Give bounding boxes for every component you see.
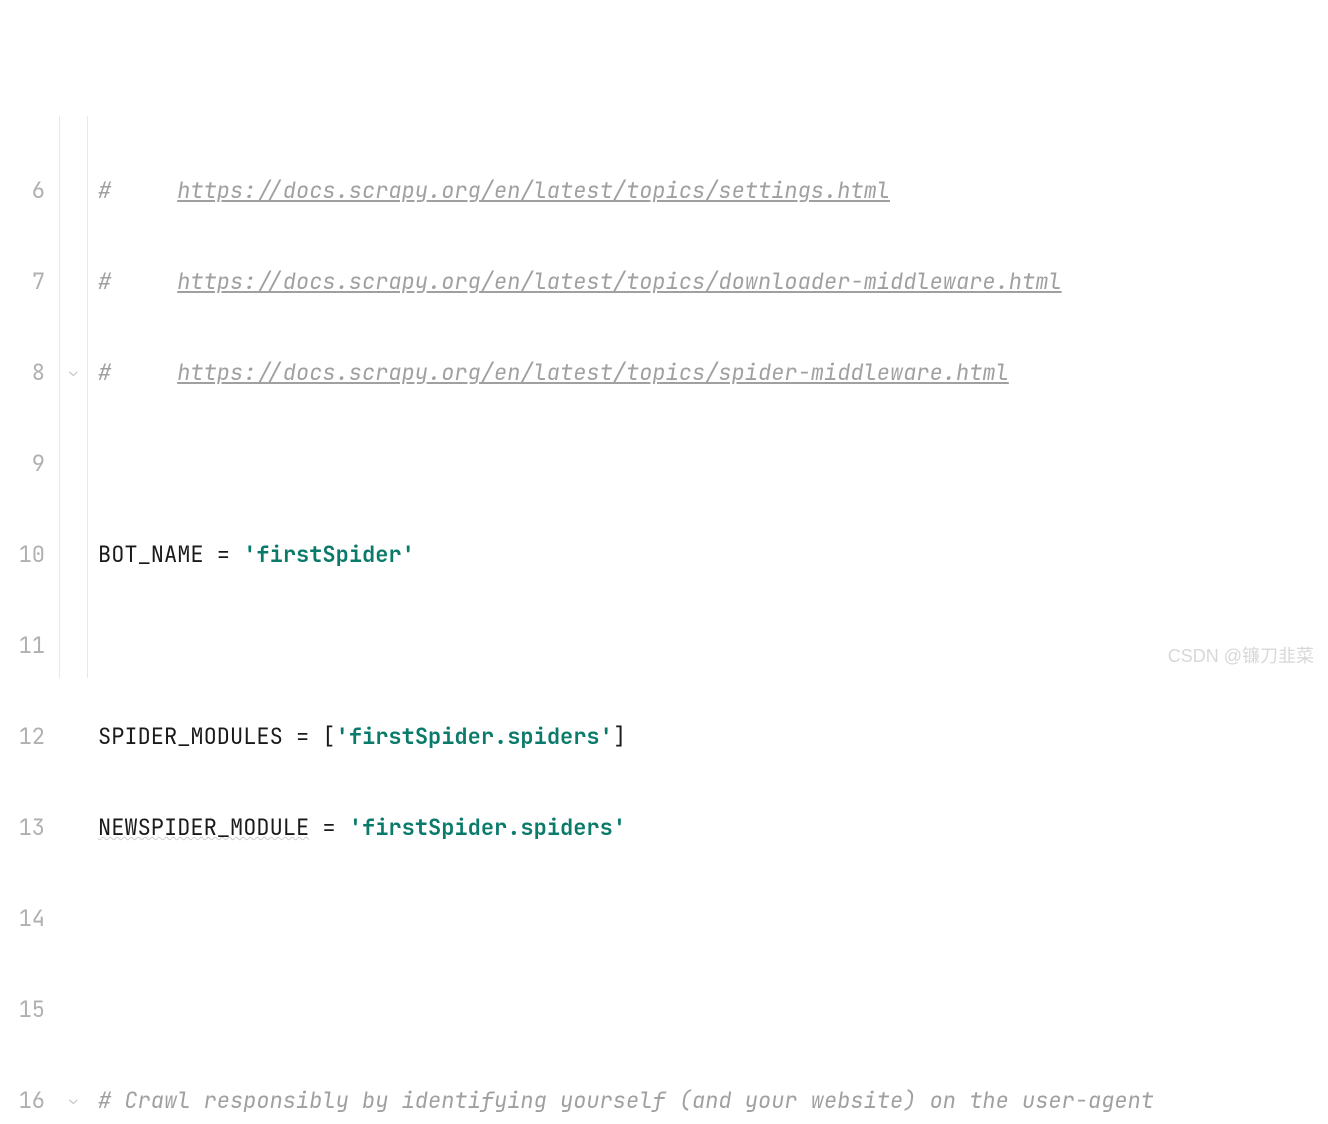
- line-number: 15: [0, 993, 45, 1026]
- comment-url-link[interactable]: https://docs.scrapy.org/en/latest/topics…: [177, 176, 890, 205]
- assign-op: =: [204, 540, 244, 569]
- watermark: CSDN @镰刀韭菜: [1168, 642, 1314, 668]
- fold-cell: [60, 265, 87, 298]
- code-line-empty[interactable]: [88, 993, 1328, 1026]
- code-line-empty[interactable]: [88, 629, 1328, 662]
- fold-toggle-icon[interactable]: ⌄: [60, 1084, 87, 1117]
- assign-op: =: [283, 722, 323, 751]
- code-line[interactable]: # Crawl responsibly by identifying yours…: [88, 1084, 1328, 1117]
- right-bracket: ]: [613, 722, 626, 751]
- fold-cell: [60, 902, 87, 935]
- assign-op: =: [309, 813, 349, 842]
- line-number: 7: [0, 265, 45, 298]
- fold-cell: [60, 538, 87, 571]
- line-number: 11: [0, 629, 45, 662]
- fold-cell: [60, 447, 87, 480]
- code-line[interactable]: # https://docs.scrapy.org/en/latest/topi…: [88, 174, 1328, 207]
- fold-cell: [60, 720, 87, 753]
- comment-hash: #: [98, 358, 177, 387]
- code-line-empty[interactable]: [88, 902, 1328, 935]
- fold-cell: [60, 993, 87, 1026]
- line-number: 12: [0, 720, 45, 753]
- string-literal: 'firstSpider.spiders': [336, 722, 613, 751]
- fold-cell: [60, 629, 87, 662]
- variable-bot-name: BOT_NAME: [98, 540, 204, 569]
- line-number: 13: [0, 811, 45, 844]
- line-number: 8: [0, 356, 45, 389]
- fold-gutter: ⌄ ⌄ ⌄ ⌄ ⌄: [60, 116, 88, 678]
- left-bracket: [: [322, 722, 335, 751]
- code-line[interactable]: SPIDER_MODULES = ['firstSpider.spiders']: [88, 720, 1328, 753]
- code-line[interactable]: # https://docs.scrapy.org/en/latest/topi…: [88, 356, 1328, 389]
- fold-cell: [60, 174, 87, 207]
- line-number-gutter: 6 7 8 9 10 11 12 13 14 15 16 17 18 19 20…: [0, 116, 60, 678]
- variable-newspider-module: NEWSPIDER_MODULE: [98, 813, 309, 842]
- line-number: 6: [0, 174, 45, 207]
- code-line[interactable]: # https://docs.scrapy.org/en/latest/topi…: [88, 265, 1328, 298]
- string-literal: 'firstSpider': [243, 540, 415, 569]
- comment-url-link[interactable]: https://docs.scrapy.org/en/latest/topics…: [177, 358, 1009, 387]
- code-line[interactable]: BOT_NAME = 'firstSpider': [88, 538, 1328, 571]
- line-number: 9: [0, 447, 45, 480]
- comment-hash: #: [98, 176, 177, 205]
- code-editor[interactable]: 6 7 8 9 10 11 12 13 14 15 16 17 18 19 20…: [0, 116, 1328, 678]
- comment-hash: #: [98, 267, 177, 296]
- string-literal: 'firstSpider.spiders': [349, 813, 626, 842]
- line-number: 10: [0, 538, 45, 571]
- line-number: 16: [0, 1084, 45, 1117]
- variable-spider-modules: SPIDER_MODULES: [98, 722, 283, 751]
- code-area[interactable]: # https://docs.scrapy.org/en/latest/topi…: [88, 116, 1328, 678]
- fold-toggle-icon[interactable]: ⌄: [60, 356, 87, 389]
- code-line-empty[interactable]: [88, 447, 1328, 480]
- code-line[interactable]: NEWSPIDER_MODULE = 'firstSpider.spiders': [88, 811, 1328, 844]
- fold-cell: [60, 811, 87, 844]
- comment-text: # Crawl responsibly by identifying yours…: [98, 1086, 1154, 1115]
- comment-url-link[interactable]: https://docs.scrapy.org/en/latest/topics…: [177, 267, 1061, 296]
- line-number: 14: [0, 902, 45, 935]
